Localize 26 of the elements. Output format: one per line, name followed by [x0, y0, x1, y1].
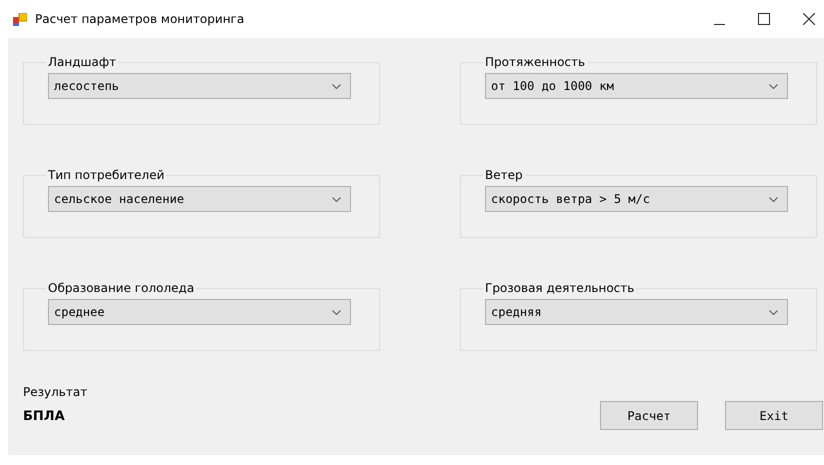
chevron-down-icon	[769, 84, 778, 88]
dropdown[interactable]: лесостепь	[48, 73, 351, 99]
chevron-down-icon	[332, 196, 341, 202]
close-icon[interactable]	[803, 13, 815, 25]
dropdown[interactable]: средняя	[485, 299, 788, 325]
chevron-down-icon	[332, 84, 341, 88]
dropdown[interactable]: скорость ветра > 5 м/с	[485, 186, 788, 212]
app-icon	[13, 12, 27, 26]
maximize-icon[interactable]	[758, 13, 770, 25]
action-button[interactable]: Расчет	[600, 401, 698, 430]
dropdown[interactable]: среднее	[48, 299, 351, 325]
group-label: Ветер	[484, 168, 524, 182]
action-button[interactable]: Exit	[725, 401, 823, 430]
window-title: Расчет параметров мониторинга	[35, 12, 244, 26]
chevron-down-icon	[769, 196, 778, 202]
dropdown[interactable]: сельское население	[48, 186, 351, 212]
group-label: Ландшафт	[47, 55, 118, 69]
group-label: Тип потребителей	[47, 168, 166, 182]
chevron-down-icon	[769, 310, 778, 314]
group-label: Грозовая деятельность	[484, 281, 636, 295]
chevron-down-icon	[332, 310, 341, 314]
dropdown[interactable]: от 100 до 1000 км	[485, 73, 788, 99]
group-label: Образование гололеда	[47, 281, 196, 295]
group-label: Протяженность	[484, 55, 586, 69]
result-value: БПЛА	[23, 409, 66, 424]
result-label: Результат	[23, 385, 88, 399]
